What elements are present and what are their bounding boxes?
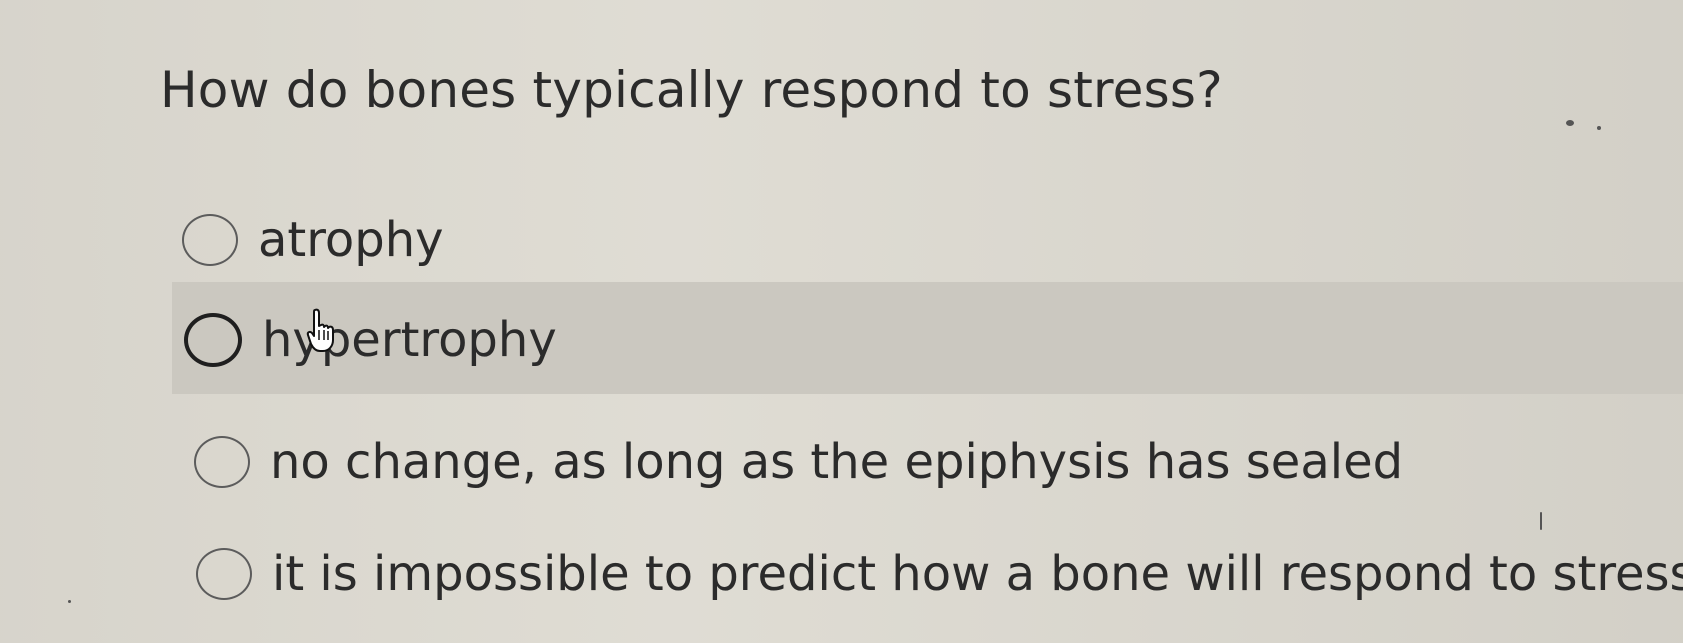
- radio-button[interactable]: [184, 313, 242, 367]
- answer-option-impossible-to-predict[interactable]: it is impossible to predict how a bone w…: [196, 544, 1683, 604]
- option-label: no change, as long as the epiphysis has …: [270, 434, 1404, 490]
- radio-button[interactable]: [182, 214, 238, 266]
- answer-option-hypertrophy[interactable]: hypertrophy: [184, 310, 557, 370]
- answer-option-no-change[interactable]: no change, as long as the epiphysis has …: [194, 432, 1403, 492]
- radio-button[interactable]: [194, 436, 250, 488]
- answer-option-atrophy[interactable]: atrophy: [182, 210, 444, 270]
- option-label: atrophy: [258, 212, 444, 268]
- speck: [1566, 120, 1574, 126]
- radio-button[interactable]: [196, 548, 252, 600]
- speck: [1540, 512, 1542, 530]
- option-label: it is impossible to predict how a bone w…: [272, 546, 1683, 602]
- hand-pointer-icon: [306, 308, 334, 352]
- speck: [68, 600, 71, 603]
- question-text: How do bones typically respond to stress…: [160, 61, 1223, 119]
- speck: [1597, 126, 1601, 130]
